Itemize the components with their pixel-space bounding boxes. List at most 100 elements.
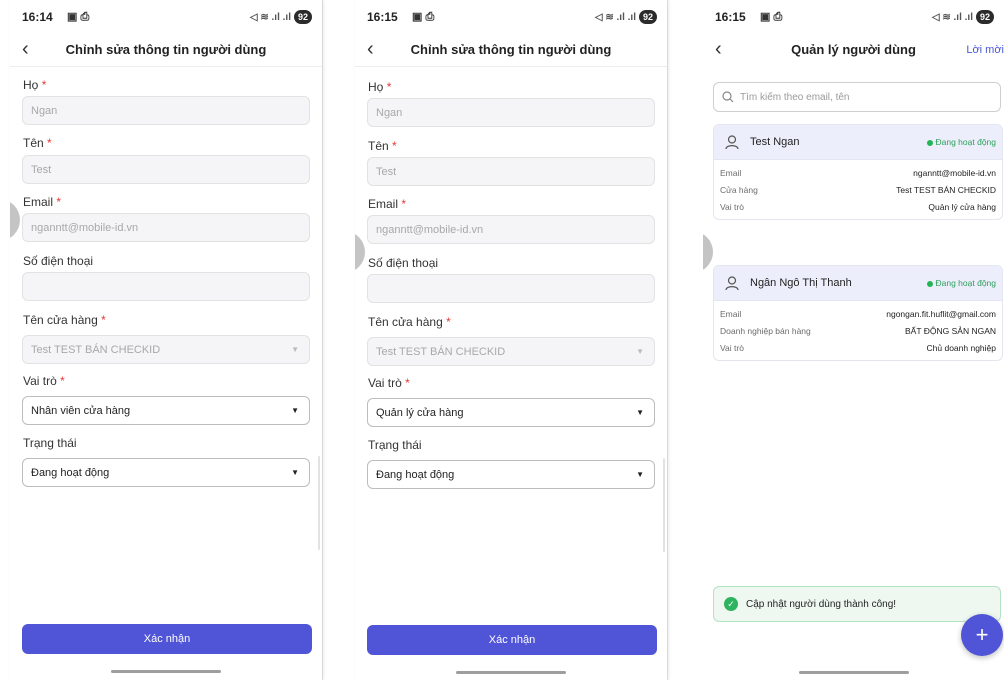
ho-label: Họ * xyxy=(368,80,392,94)
home-indicator xyxy=(111,670,221,673)
info-row: Cửa hàng Test TEST BÁN CHECKID xyxy=(714,181,1002,198)
info-value: Quản lý cửa hàng xyxy=(928,202,996,212)
search-icon xyxy=(722,91,734,103)
role-select[interactable]: Quản lý cửa hàng ▼ xyxy=(367,398,655,427)
user-name: Ngân Ngô Thị Thanh xyxy=(750,277,852,289)
role-select[interactable]: Nhân viên cửa hàng ▼ xyxy=(22,396,310,425)
info-row: Vai trò Quản lý cửa hàng xyxy=(714,198,1002,215)
store-value: Test TEST BÁN CHECKID xyxy=(376,345,506,358)
page-title: Chỉnh sửa thông tin người dùng xyxy=(410,42,612,57)
info-label: Doanh nghiệp bán hàng xyxy=(720,326,811,336)
submit-button[interactable]: Xác nhận xyxy=(22,624,312,654)
email-field[interactable]: nganntt@mobile-id.vn xyxy=(22,213,310,242)
ten-field[interactable]: Test xyxy=(367,157,655,186)
app-header: ‹ Quản lý người dùng Lời mời xyxy=(703,34,1004,66)
user-card[interactable]: Ngân Ngô Thị Thanh Đang hoạt động Email n… xyxy=(713,265,1003,361)
scrollbar[interactable] xyxy=(318,456,320,550)
page-title: Chỉnh sửa thông tin người dùng xyxy=(65,42,267,57)
info-label: Email xyxy=(720,168,742,178)
user-icon xyxy=(725,135,739,150)
user-card-body: Email ngongan.fit.huflit@gmail.com Doanh … xyxy=(714,301,1002,360)
signal-icons: ◁ ≋ .ıl .ıl xyxy=(249,11,291,23)
phone-label: Số điện thoại xyxy=(368,256,439,270)
status-time: 16:14 xyxy=(22,10,53,24)
phone-label: Số điện thoại xyxy=(23,254,94,268)
submit-button[interactable]: Xác nhận xyxy=(367,625,657,655)
user-name: Test Ngan xyxy=(750,136,800,148)
role-value: Nhân viên cửa hàng xyxy=(31,404,131,417)
role-label: Vai trò * xyxy=(368,376,410,390)
edit-user-screen-2: 16:15 ▣ ⎙ ◁ ≋ .ıl .ıl 92 ‹ Chỉnh sửa thô… xyxy=(355,0,668,680)
info-label: Vai trò xyxy=(720,343,744,353)
status-badge: Đang hoạt động xyxy=(926,137,996,147)
notification-icons: ▣ ⎙ xyxy=(412,11,435,23)
chevron-down-icon: ▼ xyxy=(636,408,644,417)
status-time: 16:15 xyxy=(367,10,398,24)
email-label: Email * xyxy=(23,195,62,209)
app-header: ‹ Chỉnh sửa thông tin người dùng xyxy=(355,34,667,67)
battery-icon: 92 xyxy=(293,10,312,24)
status-label: Trạng thái xyxy=(23,436,77,450)
scrollbar[interactable] xyxy=(663,458,665,552)
check-circle-icon: ✓ xyxy=(724,597,738,611)
ten-label: Tên * xyxy=(23,136,52,150)
store-value: Test TEST BÁN CHECKID xyxy=(31,343,161,356)
system-icons: ◁ ≋ .ıl .ıl 92 xyxy=(595,10,657,24)
signal-icons: ◁ ≋ .ıl .ıl xyxy=(594,11,636,23)
email-field[interactable]: nganntt@mobile-id.vn xyxy=(367,215,655,244)
page-title: Quản lý người dùng xyxy=(791,42,916,57)
role-value: Quản lý cửa hàng xyxy=(376,406,464,419)
store-label: Tên cửa hàng * xyxy=(23,313,106,327)
battery-icon: 92 xyxy=(638,10,657,24)
info-label: Vai trò xyxy=(720,202,744,212)
ho-field[interactable]: Ngan xyxy=(22,96,310,125)
info-value: Chủ doanh nghiệp xyxy=(926,343,996,353)
ho-label: Họ * xyxy=(23,78,47,92)
ho-field[interactable]: Ngan xyxy=(367,98,655,127)
battery-icon: 92 xyxy=(975,10,994,24)
edit-user-screen-1: 16:14 ▣ ⎙ ◁ ≋ .ıl .ıl 92 ‹ Chỉnh sửa thô… xyxy=(10,0,323,680)
phone-field[interactable] xyxy=(22,272,310,301)
search-placeholder: Tìm kiếm theo email, tên xyxy=(740,91,850,103)
edge-handle[interactable] xyxy=(10,199,20,241)
store-label: Tên cửa hàng * xyxy=(368,315,451,329)
user-card[interactable]: Test Ngan Đang hoạt động Email nganntt@mo… xyxy=(713,124,1003,220)
info-value: BẤT ĐỘNG SẢN NGAN xyxy=(905,326,996,336)
edge-handle[interactable] xyxy=(355,231,365,273)
notification-icons: ▣ ⎙ xyxy=(67,11,90,23)
role-label: Vai trò * xyxy=(23,374,65,388)
system-icons: ◁ ≋ .ıl .ıl 92 xyxy=(932,10,994,24)
status-bar: 16:14 ▣ ⎙ ◁ ≋ .ıl .ıl 92 xyxy=(10,8,322,28)
ten-field[interactable]: Test xyxy=(22,155,310,184)
status-value: Đang hoạt động xyxy=(376,468,455,481)
phone-field[interactable] xyxy=(367,274,655,303)
chevron-down-icon: ▼ xyxy=(636,347,644,356)
email-label: Email * xyxy=(368,197,407,211)
status-select[interactable]: Đang hoạt động ▼ xyxy=(22,458,310,487)
user-card-header: Ngân Ngô Thị Thanh Đang hoạt động xyxy=(714,266,1002,301)
toast-message: Cập nhật người dùng thành công! xyxy=(746,598,897,610)
status-dot-icon xyxy=(926,280,933,287)
info-row: Doanh nghiệp bán hàng BẤT ĐỘNG SẢN NGAN xyxy=(714,322,1002,339)
status-bar: 16:15 ▣ ⎙ ◁ ≋ .ıl .ıl 92 xyxy=(703,8,1004,28)
chevron-down-icon: ▼ xyxy=(291,406,299,415)
user-management-screen: 16:15 ▣ ⎙ ◁ ≋ .ıl .ıl 92 ‹ Quản lý người… xyxy=(703,0,1004,680)
info-row: Email nganntt@mobile-id.vn xyxy=(714,164,1002,181)
add-user-button[interactable]: + xyxy=(961,614,1003,656)
store-select[interactable]: Test TEST BÁN CHECKID ▼ xyxy=(367,337,655,366)
info-value: Test TEST BÁN CHECKID xyxy=(896,185,996,195)
chevron-down-icon: ▼ xyxy=(291,345,299,354)
search-input[interactable]: Tìm kiếm theo email, tên xyxy=(713,82,1001,112)
status-dot-icon xyxy=(926,139,933,146)
invite-link[interactable]: Lời mời xyxy=(966,44,1004,56)
user-icon xyxy=(725,276,739,291)
system-icons: ◁ ≋ .ıl .ıl 92 xyxy=(250,10,312,24)
edge-handle[interactable] xyxy=(703,231,713,273)
status-select[interactable]: Đang hoạt động ▼ xyxy=(367,460,655,489)
user-card-body: Email nganntt@mobile-id.vn Cửa hàng Test T… xyxy=(714,160,1002,219)
info-label: Cửa hàng xyxy=(720,185,758,195)
info-row: Vai trò Chủ doanh nghiệp xyxy=(714,339,1002,356)
chevron-down-icon: ▼ xyxy=(636,470,644,479)
status-label: Trạng thái xyxy=(368,438,422,452)
store-select[interactable]: Test TEST BÁN CHECKID ▼ xyxy=(22,335,310,364)
